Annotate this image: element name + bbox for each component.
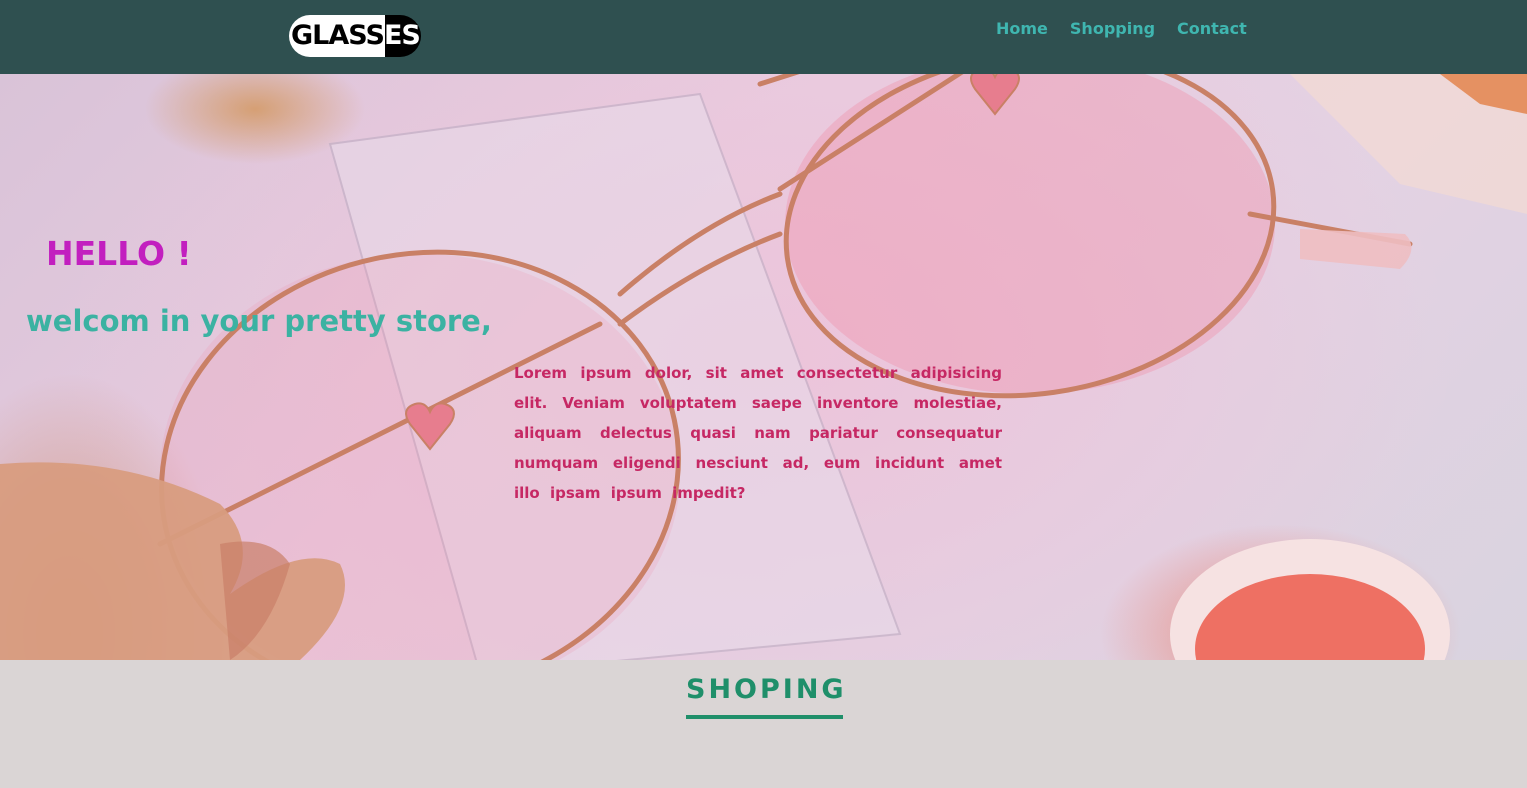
top-navbar: GLASSES Home Shopping Contact xyxy=(0,0,1527,74)
nav-link-contact[interactable]: Contact xyxy=(1177,19,1247,38)
shopping-section-title: SHOPING xyxy=(686,674,847,705)
shopping-title-underline xyxy=(686,715,843,719)
hero-section: HELLO ! welcom in your pretty store, Lor… xyxy=(0,74,1527,660)
nav-link-home[interactable]: Home xyxy=(996,19,1048,38)
nav-links: Home Shopping Contact xyxy=(996,19,1247,38)
glasses-logo[interactable]: GLASSES xyxy=(289,15,421,57)
logo-text-light: ES xyxy=(383,20,421,51)
logo-text-dark: GLASS xyxy=(291,20,385,51)
hero-greeting: HELLO ! xyxy=(46,234,192,273)
nav-link-shopping[interactable]: Shopping xyxy=(1070,19,1155,38)
hero-body-text: Lorem ipsum dolor, sit amet consectetur … xyxy=(514,364,1002,502)
shopping-section: SHOPING xyxy=(0,660,1527,788)
hero-subtitle: welcom in your pretty store, xyxy=(26,304,492,338)
logo-text: GLASSES xyxy=(289,15,421,57)
